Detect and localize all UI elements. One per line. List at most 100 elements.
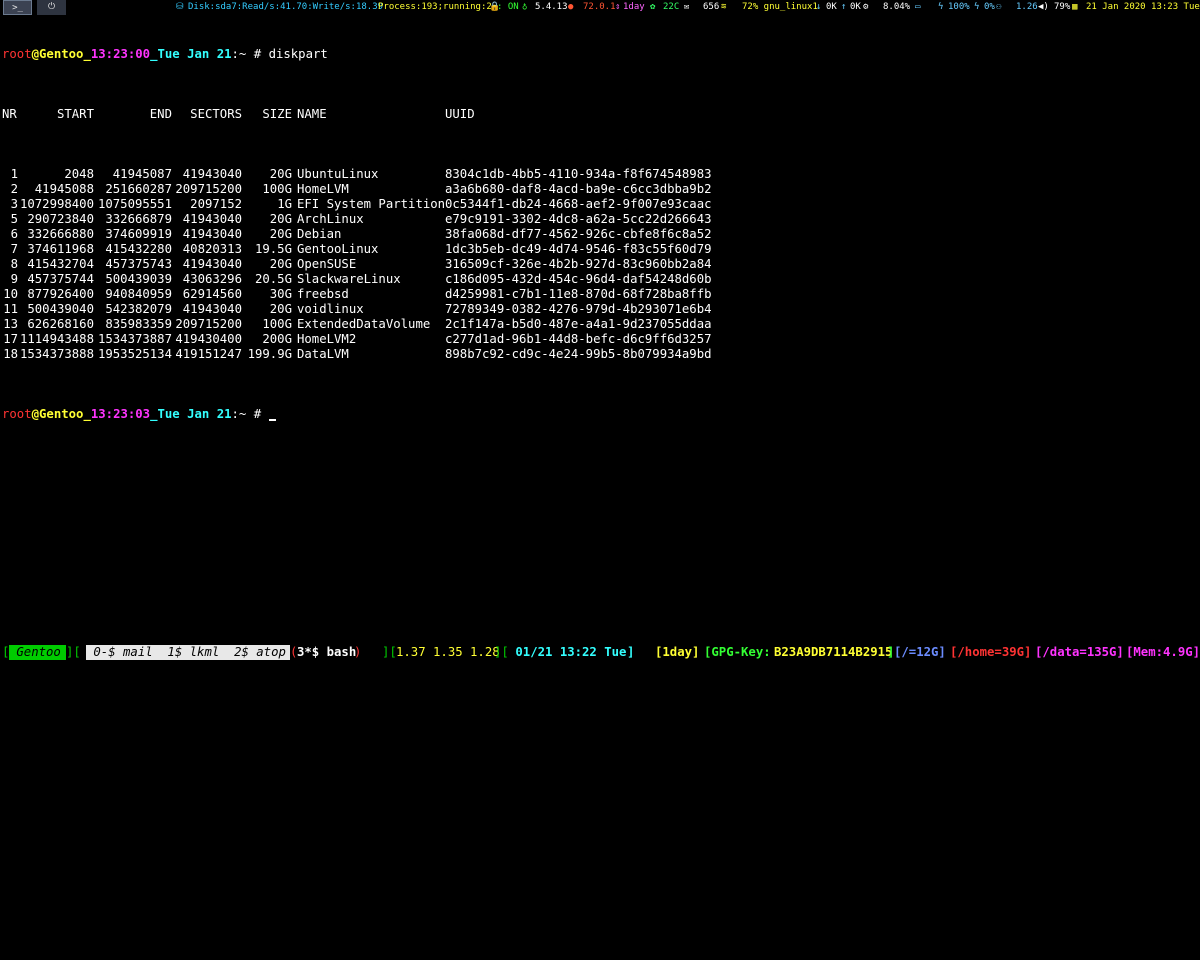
cell-uuid: a3a6b680-daf8-4acd-ba9e-c6cc3dbba9b2 (445, 182, 712, 196)
cell-uuid: 38fa068d-df77-4562-926c-cbfe8f6c8a52 (445, 227, 712, 241)
power-button[interactable]: ⏻ (37, 0, 66, 15)
column-header: SECTORS (190, 107, 242, 121)
battery-secondary: 0% (984, 2, 995, 12)
table-row: 6 332666880 374609919 41943040 20G Debian 38fa… (2, 227, 1198, 242)
mail-count: 656 (703, 2, 720, 12)
cpu-usage: 8.04% (883, 2, 911, 12)
cell-uuid: c277d1ad-96b1-44d8-befc-d6c9ff6d3257 (445, 332, 712, 346)
battery-icon: ▭ (915, 2, 921, 12)
terminal-window[interactable]: root@Gentoo_13:23:00_Tue Jan 21:~ # disk… (2, 17, 1198, 437)
cell-start: 457375744 (27, 272, 94, 286)
temperature-icon: ✿ (650, 2, 656, 12)
bolt-icon: ϟ (938, 2, 944, 12)
command-text: diskpart (268, 47, 328, 61)
column-header: END (149, 107, 172, 121)
cell-sectors: 41943040 (182, 227, 242, 241)
cell-start: 332666880 (27, 227, 94, 241)
power-icon: ⏻ (47, 2, 56, 12)
table-row: 10 877926400 940840959 62914560 30G freebsd d4… (2, 287, 1198, 302)
wifi-icon: ≋ (721, 2, 727, 12)
lock-status: : ON (497, 2, 519, 12)
upload-rate: 0K (850, 2, 861, 12)
firefox-icon: ● (568, 2, 574, 12)
cell-sectors: 419151247 (175, 347, 242, 361)
firefox-version: 72.0.1 (583, 2, 616, 12)
cell-uuid: 1dc3b5eb-dc49-4d74-9546-f83c55f60d79 (445, 242, 712, 256)
cell-size: 30G (269, 287, 292, 301)
cell-start: 290723840 (27, 212, 94, 226)
cell-name: HomeLVM (297, 182, 349, 196)
temperature-status: 22C (663, 2, 680, 12)
cell-start: 2048 (64, 167, 94, 181)
cell-sectors: 2097152 (190, 197, 242, 211)
cell-size: 20G (269, 257, 292, 271)
bracket: ][ (494, 645, 509, 659)
session-name: Gentoo (9, 645, 69, 660)
column-header: NAME (297, 107, 327, 121)
table-row: 2 41945088 251660287 209715200 100G HomeLVM a3… (2, 182, 1198, 197)
bracket: ] (627, 645, 635, 659)
root-fs-usage: [/=12G] (894, 645, 946, 659)
kernel-version: 5.4.13 (535, 2, 568, 12)
cell-name: voidlinux (297, 302, 364, 316)
cell-name: OpenSUSE (297, 257, 357, 271)
cell-uuid: 72789349-0382-4276-979d-4b293071e6b4 (445, 302, 712, 316)
load-icon: ⚇ (996, 2, 1002, 12)
cell-end: 41945087 (112, 167, 172, 181)
cell-sectors: 41943040 (182, 212, 242, 226)
cell-end: 542382079 (105, 302, 172, 316)
upload-icon: ↑ (841, 2, 847, 12)
table-row: 9 457375744 500439039 43063296 20.5G Slackwar… (2, 272, 1198, 287)
cell-name: Debian (297, 227, 342, 241)
screen-uptime: [1day] (655, 645, 700, 659)
cell-end: 1075095551 (97, 197, 172, 211)
download-rate: 0K (826, 2, 837, 12)
volume-icon[interactable]: ◀) (1038, 0, 1049, 15)
download-icon: ↓ (816, 2, 822, 12)
cell-uuid: c186d095-432d-454c-96d4-daf54248d60b (445, 272, 712, 286)
cell-end: 1534373887 (97, 332, 172, 346)
battery-primary: 100% (948, 2, 970, 12)
cell-uuid: 8304c1db-4bb5-4110-934a-f8f674548983 (445, 167, 712, 181)
screen-datetime: 01/21 13:22 Tue (508, 645, 634, 659)
prompt-time: 13:23:00 (90, 47, 151, 61)
uptime-icon: ⇕ (615, 2, 621, 12)
prompt-time: 13:23:03 (90, 407, 151, 421)
calendar-icon: ▦ (1072, 2, 1078, 12)
cell-end: 415432280 (105, 242, 172, 256)
cell-name: freebsd (297, 287, 349, 301)
text-cursor (268, 419, 276, 421)
clock[interactable]: 21 Jan 2020 13:23 Tue (1086, 0, 1200, 15)
cell-start: 374611968 (27, 242, 94, 256)
active-window[interactable]: 3*$ bash (297, 645, 356, 660)
table-row: 18 1534373888 1953525134 419151247 199.9G Dat… (2, 347, 1198, 362)
linux-icon: ♁ (522, 2, 528, 12)
column-header: SIZE (262, 107, 292, 121)
cell-uuid: 2c1f147a-b5d0-487e-a4a1-9d237055ddaa (445, 317, 712, 331)
column-header: START (56, 107, 94, 121)
prompt-host: @Gentoo_ (31, 47, 91, 61)
disk-icon: ⛁ (176, 2, 184, 12)
prompt-line: root@Gentoo_13:23:03_Tue Jan 21:~ # (2, 407, 1198, 422)
table-row: 3 1072998400 1075095551 2097152 1G EFI System… (2, 197, 1198, 212)
prompt-suffix: :~ # (231, 407, 269, 421)
window-list[interactable]: 0-$ mail 1$ lkml 2$ atop (86, 645, 290, 660)
cell-size: 199.9G (247, 347, 292, 361)
cell-end: 374609919 (105, 227, 172, 241)
terminal-launcher-button[interactable]: >_ (3, 0, 32, 15)
cell-start: 626268160 (27, 317, 94, 331)
cell-size: 100G (262, 182, 292, 196)
cell-start: 500439040 (27, 302, 94, 316)
cell-size: 20G (269, 167, 292, 181)
uptime-status: 1day (623, 2, 645, 12)
cell-uuid: 898b7c92-cd9c-4e24-99b5-8b079934a9bd (445, 347, 712, 361)
prompt-date: _Tue Jan 21 (150, 47, 232, 61)
prompt-host: @Gentoo_ (31, 407, 91, 421)
bracket: ][ (66, 645, 81, 659)
cell-end: 457375743 (105, 257, 172, 271)
prompt-user: root (2, 47, 32, 61)
bracket: ][ (382, 645, 397, 659)
cell-size: 20G (269, 212, 292, 226)
bracket: ) (354, 645, 362, 659)
cell-sectors: 41943040 (182, 257, 242, 271)
